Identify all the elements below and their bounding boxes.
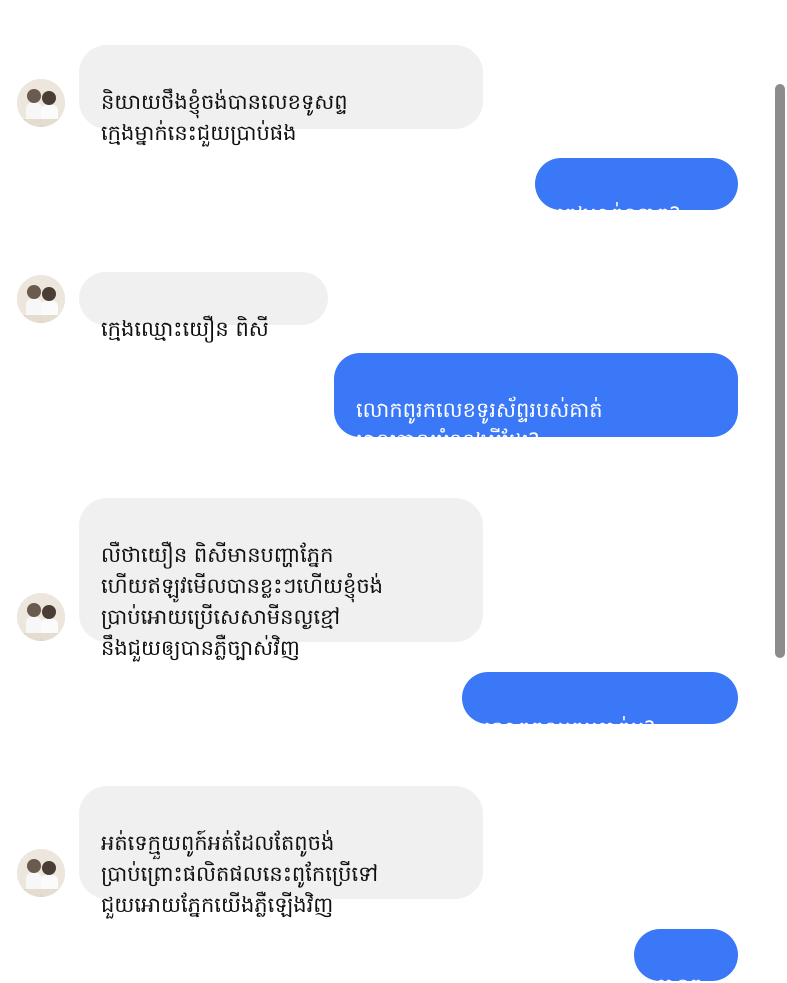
message-text: ក្មេងម្នាក់ណាពូ? bbox=[557, 203, 681, 227]
avatar-photo-icon bbox=[17, 79, 65, 127]
message-text: បាទពូ bbox=[656, 974, 703, 983]
message-text: លោកពូឧបត្ថម្ភគាត់ឬ? bbox=[484, 717, 656, 741]
incoming-message: អត់ទេក្មួយពូក៍អត់ដែលតែពូចង់ ប្រាប់ព្រោះផ… bbox=[79, 786, 483, 917]
message-text: អត់ទេក្មួយពូក៍អត់ដែលតែពូចង់ ប្រាប់ព្រោះផ… bbox=[101, 831, 379, 917]
outgoing-message: លោកពូរកលេខទូរស័ព្ទរបស់គាត់ មានគោលបំណងអីដ… bbox=[334, 353, 738, 453]
incoming-message: លឺថាយឿន ពិសីមានបញ្ហាភ្នែក ហើយឥឡូវមើលបានខ… bbox=[79, 498, 483, 660]
contact-avatar[interactable] bbox=[17, 849, 65, 897]
message-text: និយាយថឹងខ្ញុំចង់បានលេខទូសព្ទ ក្មេងម្នាក់… bbox=[101, 90, 348, 145]
message-text: លោកពូរកលេខទូរស័ព្ទរបស់គាត់ មានគោលបំណងអីដ… bbox=[356, 398, 603, 453]
contact-avatar[interactable] bbox=[17, 79, 65, 127]
avatar-photo-icon bbox=[17, 849, 65, 897]
outgoing-message: ក្មេងម្នាក់ណាពូ? bbox=[535, 158, 738, 227]
contact-avatar[interactable] bbox=[17, 593, 65, 641]
incoming-message: និយាយថឹងខ្ញុំចង់បានលេខទូសព្ទ ក្មេងម្នាក់… bbox=[79, 45, 483, 145]
outgoing-message: លោកពូឧបត្ថម្ភគាត់ឬ? bbox=[462, 672, 738, 741]
avatar-photo-icon bbox=[17, 275, 65, 323]
chat-thread: និយាយថឹងខ្ញុំចង់បានលេខទូសព្ទ ក្មេងម្នាក់… bbox=[0, 0, 787, 983]
contact-avatar[interactable] bbox=[17, 275, 65, 323]
message-text: លឺថាយឿន ពិសីមានបញ្ហាភ្នែក ហើយឥឡូវមើលបានខ… bbox=[101, 543, 383, 660]
avatar-photo-icon bbox=[17, 593, 65, 641]
scrollbar-thumb[interactable] bbox=[775, 84, 785, 658]
outgoing-message: បាទពូ bbox=[634, 929, 738, 983]
incoming-message: ក្មេងឈ្មោះយឿន ពិសី bbox=[79, 272, 328, 341]
message-text: ក្មេងឈ្មោះយឿន ពិសី bbox=[101, 317, 269, 341]
